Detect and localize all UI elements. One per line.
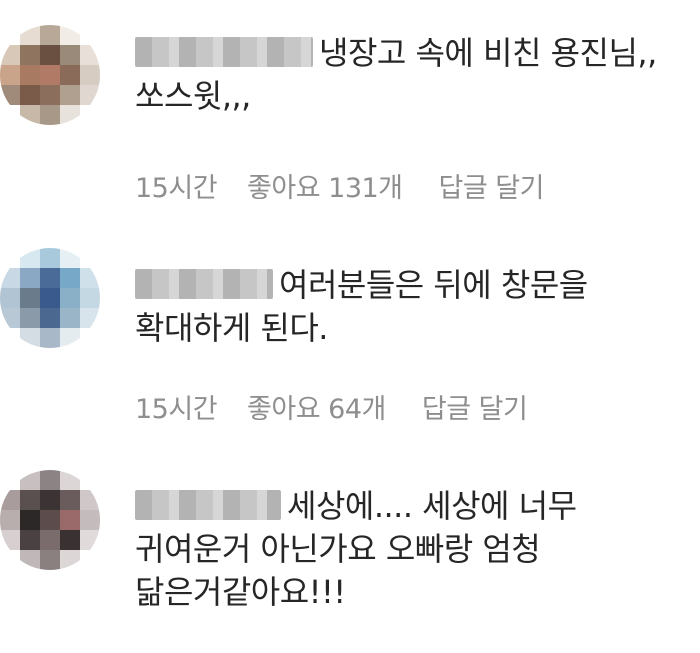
avatar-pixel (0, 550, 20, 570)
comment-text-container: 냉장고 속에 비친 용진님,, 쏘스윗,,, (135, 32, 675, 118)
avatar-pixel (60, 105, 80, 125)
avatar-pixel (80, 550, 100, 570)
avatar-pixel (20, 45, 40, 65)
avatar-pixel (20, 248, 40, 268)
avatar-pixel (0, 328, 20, 348)
avatar-pixel (20, 288, 40, 308)
avatar-pixel (60, 85, 80, 105)
avatar-pixel (20, 470, 40, 490)
avatar-pixel (80, 308, 100, 328)
username[interactable] (135, 490, 281, 520)
avatar-pixel (60, 25, 80, 45)
avatar-pixel (40, 328, 60, 348)
comment-meta: 15시간 좋아요 64개 답글 달기 (135, 387, 563, 426)
avatar[interactable] (0, 470, 100, 570)
avatar-pixel (60, 288, 80, 308)
avatar-pixel (80, 45, 100, 65)
avatar-pixel (20, 25, 40, 45)
avatar-pixel (40, 45, 60, 65)
avatar-pixel (40, 550, 60, 570)
avatar-pixel (20, 490, 40, 510)
comment-text-container: 여러분들은 뒤에 창문을 확대하게 된다. (135, 264, 675, 350)
avatar-pixel (40, 268, 60, 288)
avatar-pixel (0, 105, 20, 125)
avatar-pixel (0, 288, 20, 308)
avatar-pixel (0, 25, 20, 45)
avatar-pixel (0, 530, 20, 550)
avatar-pixel (40, 25, 60, 45)
avatar-pixel (40, 65, 60, 85)
avatar-pixel (80, 105, 100, 125)
avatar-pixel (20, 510, 40, 530)
avatar-pixel (20, 550, 40, 570)
avatar-pixel (80, 85, 100, 105)
likes-count[interactable]: 좋아요 64개 (247, 394, 386, 425)
avatar-pixel (0, 65, 20, 85)
avatar-pixel (40, 490, 60, 510)
avatar-pixel (60, 268, 80, 288)
avatar-pixel (60, 308, 80, 328)
avatar-pixel (40, 288, 60, 308)
avatar-pixel (0, 45, 20, 65)
comment-time[interactable]: 15시간 (135, 173, 218, 204)
avatar-pixel (80, 328, 100, 348)
avatar-pixel (60, 45, 80, 65)
avatar-pixel (60, 328, 80, 348)
avatar-pixel (60, 470, 80, 490)
avatar-pixel (40, 248, 60, 268)
avatar-pixel (60, 65, 80, 85)
avatar-pixel (40, 470, 60, 490)
avatar-pixel (60, 550, 80, 570)
avatar-pixel (0, 470, 20, 490)
comment-meta: 15시간 좋아요 131개 답글 달기 (135, 166, 580, 205)
avatar-pixel (80, 530, 100, 550)
avatar-pixel (80, 470, 100, 490)
avatar-pixel (20, 308, 40, 328)
avatar[interactable] (0, 25, 100, 125)
avatar-pixel (80, 490, 100, 510)
avatar-pixel (60, 530, 80, 550)
avatar-pixel (80, 268, 100, 288)
avatar-pixel (80, 65, 100, 85)
avatar-pixel (60, 490, 80, 510)
avatar-pixel (20, 530, 40, 550)
avatar-pixel (0, 268, 20, 288)
avatar-pixel (0, 85, 20, 105)
avatar-pixel (60, 510, 80, 530)
reply-button[interactable]: 답글 달기 (439, 173, 545, 204)
avatar-pixel (40, 530, 60, 550)
avatar-pixel (20, 85, 40, 105)
avatar-pixel (20, 328, 40, 348)
avatar-pixel (0, 510, 20, 530)
avatar-pixel (0, 490, 20, 510)
likes-count[interactable]: 좋아요 131개 (247, 173, 403, 204)
avatar-pixel (40, 510, 60, 530)
comment-text-container: 세상에.... 세상에 너무 귀여운거 아닌가요 오빠랑 엄청 닮은거같아요!!… (135, 485, 675, 614)
avatar-pixel (80, 248, 100, 268)
comment-time[interactable]: 15시간 (135, 394, 218, 425)
reply-button[interactable]: 답글 달기 (422, 394, 528, 425)
avatar-pixel (80, 25, 100, 45)
username[interactable] (135, 269, 273, 299)
avatar-pixel (60, 248, 80, 268)
username[interactable] (135, 37, 313, 67)
avatar-pixel (80, 288, 100, 308)
avatar-pixel (40, 85, 60, 105)
avatar-pixel (0, 248, 20, 268)
avatar-pixel (80, 510, 100, 530)
avatar-pixel (20, 65, 40, 85)
avatar[interactable] (0, 248, 100, 348)
avatar-pixel (0, 308, 20, 328)
avatar-pixel (40, 308, 60, 328)
avatar-pixel (40, 105, 60, 125)
avatar-pixel (20, 268, 40, 288)
avatar-pixel (20, 105, 40, 125)
